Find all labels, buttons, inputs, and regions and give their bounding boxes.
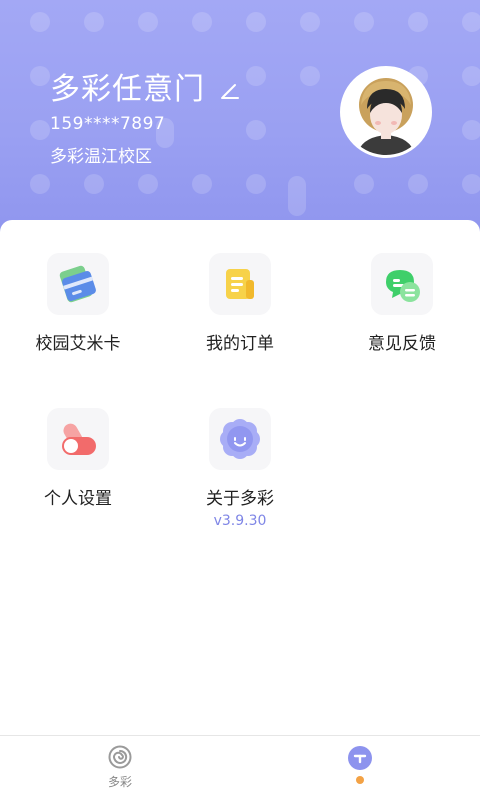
flower-smile-icon: [209, 408, 271, 470]
menu-label: 意见反馈: [368, 334, 436, 354]
profile-header: 多彩任意门 159****7897 多彩温江校区: [0, 0, 480, 240]
profile-tab-icon: [300, 745, 420, 771]
menu-item-personal-settings[interactable]: 个人设置: [18, 408, 138, 509]
active-indicator-dot: [356, 776, 364, 784]
menu-label: 关于多彩: [206, 489, 274, 509]
menu-label: 个人设置: [44, 489, 112, 509]
menu-item-campus-card[interactable]: 校园艾米卡: [18, 253, 138, 354]
order-icon: [209, 253, 271, 315]
menu-item-my-orders[interactable]: 我的订单: [180, 253, 300, 354]
avatar[interactable]: [340, 66, 432, 158]
spiral-icon: [60, 745, 180, 769]
bottom-tab-bar: 多彩: [0, 735, 480, 800]
campus-name: 多彩温江校区: [50, 147, 152, 167]
tab-home[interactable]: 多彩: [60, 736, 180, 800]
menu-card: 校园艾米卡 我的订单 意见反馈 个人设置 关于多彩 v3.9.30: [0, 220, 480, 735]
feedback-icon: [371, 253, 433, 315]
username-row[interactable]: 多彩任意门: [50, 64, 241, 108]
tab-label: 多彩: [107, 775, 132, 789]
menu-label: 校园艾米卡: [35, 334, 121, 354]
app-version: v3.9.30: [213, 513, 267, 529]
edit-pencil-icon[interactable]: [219, 78, 241, 100]
menu-item-about[interactable]: 关于多彩 v3.9.30: [180, 408, 300, 529]
menu-label: 我的订单: [206, 334, 274, 354]
card-icon: [47, 253, 109, 315]
phone-number: 159****7897: [50, 114, 166, 134]
toggle-settings-icon: [47, 408, 109, 470]
menu-item-feedback[interactable]: 意见反馈: [342, 253, 462, 354]
tab-profile[interactable]: [300, 736, 420, 800]
username: 多彩任意门: [50, 72, 205, 107]
